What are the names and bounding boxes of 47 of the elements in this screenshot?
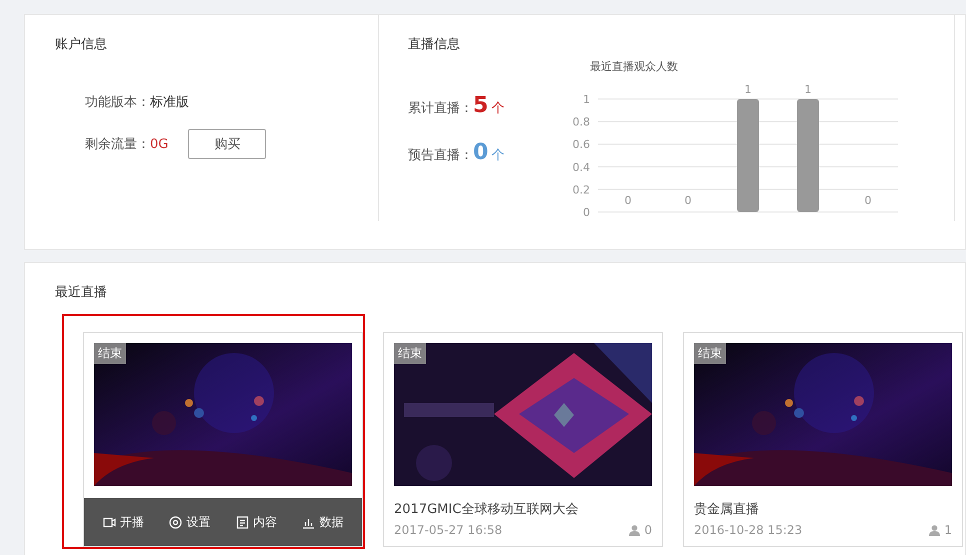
data-label: 0 (624, 194, 632, 207)
section-title: 最近直播 (55, 284, 108, 301)
card-date: 2017-05-27 16:58 (394, 523, 502, 537)
video-camera-icon (102, 516, 116, 528)
field-value: 标准版 (150, 94, 189, 111)
stat-label: 预告直播： (408, 147, 473, 164)
viewer-count: 1 (944, 523, 952, 537)
stat-unit: 个 (491, 147, 504, 164)
data-label: 0 (864, 194, 872, 207)
section-title: 账户信息 (55, 36, 108, 53)
action-button[interactable]: 内容 (234, 512, 279, 532)
field-value: 0G (150, 136, 168, 152)
stat-count: 0 (473, 140, 488, 165)
broadcast-card[interactable]: 结束 贵金属直播 2016-10-28 15:23 1 (683, 332, 963, 547)
status-badge: 结束 (694, 343, 726, 364)
chart-title: 最近直播观众人数 (590, 59, 679, 74)
axis-tick-label: 0.8 (572, 116, 590, 129)
field-label: 剩余流量： (85, 136, 150, 153)
axis-tick-label: 0.4 (572, 160, 590, 174)
data-label: 0 (684, 194, 692, 207)
card-title: 贵金属直播 (694, 501, 760, 518)
axis-tick-label: 0 (583, 206, 590, 219)
status-badge: 结束 (94, 343, 126, 364)
person-icon (929, 524, 940, 536)
card-title: 2017GMIC全球移动互联网大会 (394, 501, 580, 518)
action-button[interactable]: 数据 (300, 512, 346, 532)
field-label: 功能版本： (85, 94, 150, 111)
axis-tick-label: 1 (583, 93, 590, 106)
broadcast-card[interactable]: 结束 开播 设置 内容 数据 (83, 332, 363, 547)
person-icon (629, 524, 640, 536)
action-button[interactable]: 开播 (100, 512, 146, 532)
axis-tick-label: 0.2 (572, 183, 590, 196)
status-badge: 结束 (394, 343, 426, 364)
data-label: 1 (804, 83, 812, 96)
axis-tick-label: 0.6 (572, 138, 590, 152)
stat-unit: 个 (491, 100, 504, 117)
section-title: 直播信息 (408, 36, 461, 53)
data-label: 1 (744, 83, 752, 96)
stat-count: 5 (473, 93, 488, 118)
settings-icon (169, 516, 182, 528)
stat-label: 累计直播： (408, 100, 473, 117)
action-button[interactable]: 设置 (167, 512, 212, 532)
card-date: 2016-10-28 15:23 (694, 523, 802, 537)
document-icon (236, 516, 249, 528)
viewer-count: 0 (644, 523, 652, 537)
buy-button[interactable]: 购买 (188, 129, 266, 159)
broadcast-card[interactable]: 结束 2017GMIC全球移动互联网大会 2017-05-27 16:58 0 (383, 332, 663, 547)
